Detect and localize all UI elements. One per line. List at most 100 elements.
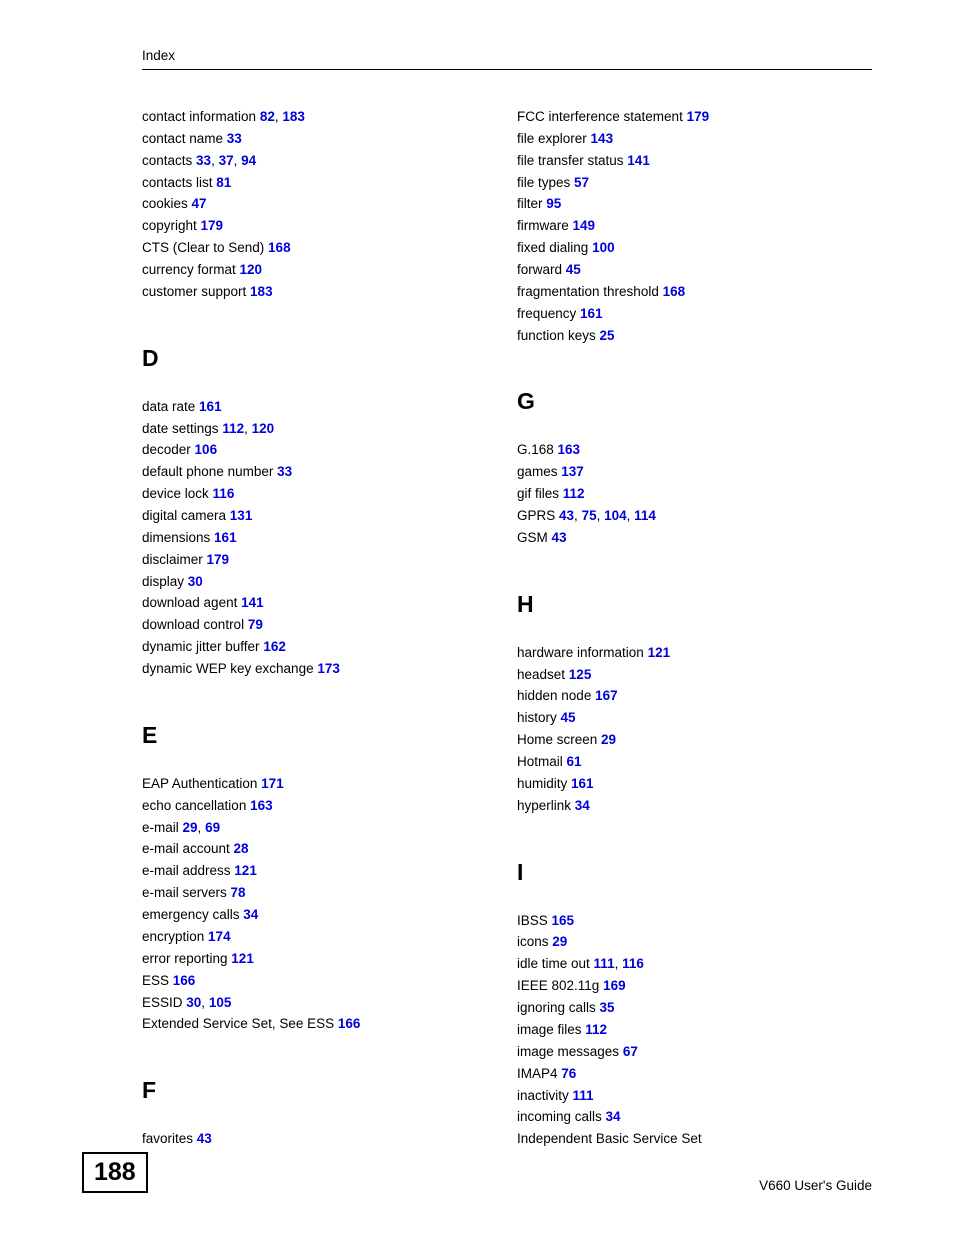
page-link[interactable]: 166 (338, 1016, 361, 1031)
page-link[interactable]: 162 (263, 639, 286, 654)
page-link[interactable]: 111 (594, 956, 615, 971)
page-link[interactable]: 47 (192, 196, 207, 211)
page-link[interactable]: 43 (552, 530, 567, 545)
page-link[interactable]: 105 (209, 995, 232, 1010)
page-link[interactable]: 163 (250, 798, 273, 813)
page-link[interactable]: 76 (561, 1066, 576, 1081)
page-link[interactable]: 37 (219, 153, 234, 168)
page-link[interactable]: 112 (585, 1022, 607, 1037)
index-term: forward (517, 262, 566, 277)
page-link[interactable]: 166 (173, 973, 196, 988)
index-entry: file types 57 (517, 172, 872, 194)
page-link[interactable]: 111 (573, 1088, 594, 1103)
page-link[interactable]: 161 (214, 530, 237, 545)
index-entry: dimensions 161 (142, 527, 497, 549)
index-term: encryption (142, 929, 208, 944)
page-link[interactable]: 161 (199, 399, 222, 414)
index-term: copyright (142, 218, 201, 233)
page-link[interactable]: 81 (216, 175, 231, 190)
page-link[interactable]: 34 (243, 907, 258, 922)
page-link[interactable]: 29 (552, 934, 567, 949)
page-link[interactable]: 163 (558, 442, 581, 457)
page-link[interactable]: 33 (277, 464, 292, 479)
page-link[interactable]: 116 (213, 486, 235, 501)
page-link[interactable]: 168 (268, 240, 291, 255)
page-link[interactable]: 149 (573, 218, 596, 233)
page-link[interactable]: 78 (231, 885, 246, 900)
page-link[interactable]: 94 (241, 153, 256, 168)
page-link[interactable]: 168 (663, 284, 686, 299)
index-entry: GPRS 43, 75, 104, 114 (517, 505, 872, 527)
page-link[interactable]: 33 (227, 131, 242, 146)
index-entry: humidity 161 (517, 773, 872, 795)
page-link[interactable]: 100 (592, 240, 615, 255)
page-link[interactable]: 30 (186, 995, 201, 1010)
page-link[interactable]: 28 (234, 841, 249, 856)
page-link[interactable]: 137 (561, 464, 584, 479)
page-link[interactable]: 106 (195, 442, 218, 457)
page-link[interactable]: 141 (627, 153, 650, 168)
index-entry: function keys 25 (517, 325, 872, 347)
index-term: customer support (142, 284, 250, 299)
page-link[interactable]: 161 (580, 306, 603, 321)
page-link[interactable]: 29 (601, 732, 616, 747)
page-link[interactable]: 67 (623, 1044, 638, 1059)
page-link[interactable]: 25 (600, 328, 615, 343)
page-link[interactable]: 82 (260, 109, 275, 124)
page-link[interactable]: 95 (546, 196, 561, 211)
page-link[interactable]: 141 (241, 595, 264, 610)
page-link[interactable]: 75 (582, 508, 597, 523)
page-link[interactable]: 183 (282, 109, 305, 124)
page-link[interactable]: 169 (603, 978, 626, 993)
page-link[interactable]: 179 (207, 552, 230, 567)
page-link[interactable]: 121 (234, 863, 257, 878)
page-link[interactable]: 143 (591, 131, 614, 146)
index-term: digital camera (142, 508, 230, 523)
page-link[interactable]: 161 (571, 776, 594, 791)
page-link[interactable]: 57 (574, 175, 589, 190)
page-link[interactable]: 171 (261, 776, 284, 791)
page-link[interactable]: 104 (604, 508, 627, 523)
page-link[interactable]: 35 (600, 1000, 615, 1015)
page-link[interactable]: 116 (622, 956, 644, 971)
index-entry: image files 112 (517, 1019, 872, 1041)
section-heading: F (142, 1077, 497, 1104)
page-link[interactable]: 33 (196, 153, 211, 168)
page-link[interactable]: 34 (606, 1109, 621, 1124)
page-link[interactable]: 43 (197, 1131, 212, 1146)
page-link[interactable]: 45 (561, 710, 576, 725)
page-link[interactable]: 121 (231, 951, 254, 966)
page-link[interactable]: 61 (567, 754, 582, 769)
page-link[interactable]: 43 (559, 508, 574, 523)
page-link[interactable]: 121 (648, 645, 671, 660)
page-link[interactable]: 45 (566, 262, 581, 277)
index-term: date settings (142, 421, 222, 436)
index-entry: data rate 161 (142, 396, 497, 418)
page-link[interactable]: 167 (595, 688, 618, 703)
page-link[interactable]: 112 (563, 486, 585, 501)
index-term: download agent (142, 595, 241, 610)
index-entry: e-mail address 121 (142, 860, 497, 882)
page-link[interactable]: 174 (208, 929, 231, 944)
index-term: history (517, 710, 561, 725)
page-link[interactable]: 183 (250, 284, 273, 299)
page-link[interactable]: 29 (183, 820, 198, 835)
page-link[interactable]: 120 (252, 421, 275, 436)
page-link[interactable]: 179 (201, 218, 224, 233)
page-link[interactable]: 69 (205, 820, 220, 835)
page-link[interactable]: 179 (687, 109, 710, 124)
page-link[interactable]: 131 (230, 508, 253, 523)
page-link[interactable]: 112 (222, 421, 244, 436)
index-term: currency format (142, 262, 240, 277)
index-columns: contact information 82, 183contact name … (142, 106, 872, 1150)
page-link[interactable]: 173 (317, 661, 340, 676)
index-term: idle time out (517, 956, 594, 971)
page-link[interactable]: 34 (575, 798, 590, 813)
page-link[interactable]: 79 (248, 617, 263, 632)
page-link[interactable]: 120 (240, 262, 263, 277)
index-entry: encryption 174 (142, 926, 497, 948)
page-link[interactable]: 30 (188, 574, 203, 589)
page-link[interactable]: 165 (552, 913, 575, 928)
page-link[interactable]: 114 (634, 508, 656, 523)
page-link[interactable]: 125 (569, 667, 592, 682)
